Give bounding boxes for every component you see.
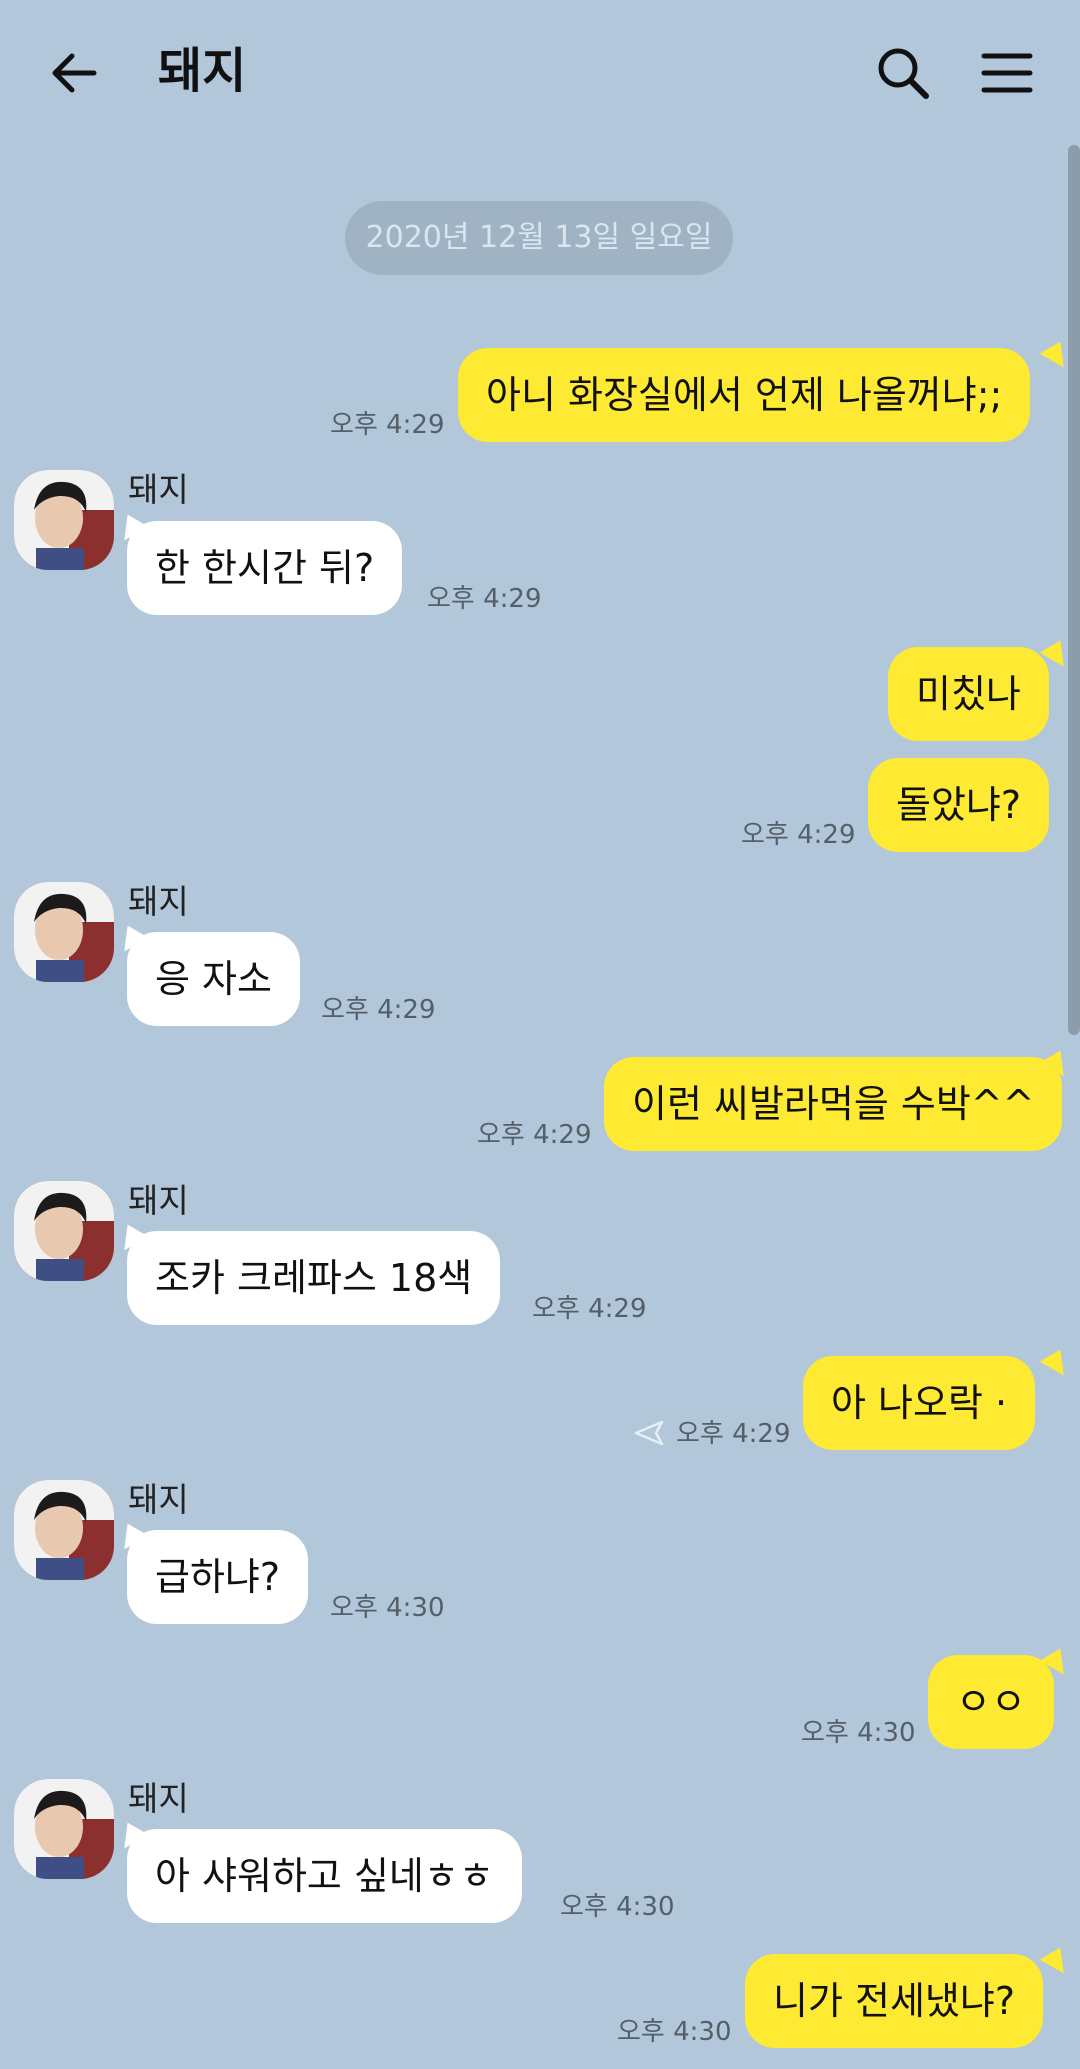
avatar[interactable] bbox=[14, 1480, 114, 1580]
scrollbar[interactable] bbox=[1068, 145, 1080, 1035]
message-time: 오후 4:29 bbox=[532, 1294, 647, 1324]
avatar[interactable] bbox=[14, 1181, 114, 1281]
message-time: 오후 4:29 bbox=[427, 584, 542, 614]
message-time: 오후 4:29 bbox=[330, 410, 445, 440]
message-time: 오후 4:29 bbox=[676, 1419, 791, 1449]
their-message-bubble[interactable]: 급하냐? bbox=[127, 1530, 309, 1624]
back-button[interactable] bbox=[42, 38, 112, 108]
sender-name: 돼지 bbox=[128, 882, 189, 921]
avatar-image bbox=[14, 882, 114, 982]
search-button[interactable] bbox=[868, 38, 938, 108]
avatar-image bbox=[14, 1181, 114, 1281]
arrow-left-icon bbox=[52, 53, 97, 93]
their-message-bubble[interactable]: 한 한시간 뒤? bbox=[127, 521, 403, 615]
my-message-bubble[interactable]: 돌았냐? bbox=[868, 758, 1050, 852]
sender-name: 돼지 bbox=[128, 1779, 189, 1818]
their-message-bubble[interactable]: 조카 크레파스 18색 bbox=[127, 1231, 501, 1325]
my-message-bubble[interactable]: 아 나오락 · bbox=[803, 1356, 1036, 1450]
avatar[interactable] bbox=[14, 882, 114, 982]
avatar-image bbox=[14, 1480, 114, 1580]
message-time: 오후 4:29 bbox=[741, 820, 856, 850]
chat-header: 돼지 bbox=[0, 0, 1080, 145]
message-time: 오후 4:30 bbox=[560, 1892, 675, 1922]
my-message-bubble[interactable]: ㅇㅇ bbox=[928, 1655, 1054, 1749]
message-time: 오후 4:30 bbox=[617, 2017, 732, 2047]
avatar[interactable] bbox=[14, 1779, 114, 1879]
menu-button[interactable] bbox=[972, 38, 1042, 108]
bubble-tail bbox=[1039, 1349, 1073, 1383]
hamburger-menu-icon bbox=[981, 53, 1033, 93]
chat-title: 돼지 bbox=[158, 43, 247, 99]
bubble-tail bbox=[1039, 1947, 1073, 1981]
paper-plane-icon bbox=[634, 1420, 664, 1446]
their-message-bubble[interactable]: 응 자소 bbox=[127, 932, 300, 1026]
avatar[interactable] bbox=[14, 470, 114, 570]
sender-name: 돼지 bbox=[128, 1181, 189, 1220]
message-time: 오후 4:29 bbox=[477, 1120, 592, 1150]
my-message-bubble[interactable]: 이런 씨발라먹을 수박^^ bbox=[604, 1057, 1063, 1151]
message-time: 오후 4:29 bbox=[321, 995, 436, 1025]
date-divider: 2020년 12월 13일 일요일 bbox=[345, 201, 733, 275]
my-message-bubble[interactable]: 니가 전세냈냐? bbox=[745, 1954, 1044, 2048]
my-message-bubble[interactable]: 미칬나 bbox=[888, 647, 1049, 741]
their-message-bubble[interactable]: 아 샤워하고 싶네ㅎㅎ bbox=[127, 1829, 522, 1923]
search-icon bbox=[878, 48, 929, 99]
my-message-bubble[interactable]: 아니 화장실에서 언제 나올꺼냐;; bbox=[458, 348, 1031, 442]
message-time: 오후 4:30 bbox=[330, 1593, 445, 1623]
sender-name: 돼지 bbox=[128, 1480, 189, 1519]
avatar-image bbox=[14, 1779, 114, 1879]
sender-name: 돼지 bbox=[128, 470, 189, 509]
avatar-image bbox=[14, 470, 114, 570]
message-time: 오후 4:30 bbox=[801, 1718, 916, 1748]
